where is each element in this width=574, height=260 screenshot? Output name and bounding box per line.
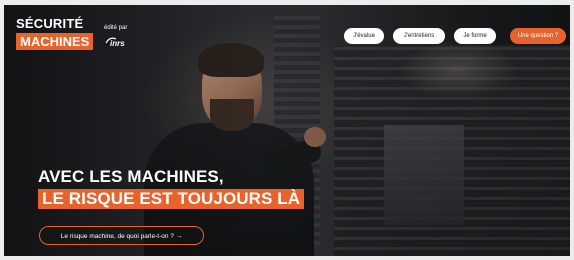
hero-headline: AVEC LES MACHINES, LE RISQUE EST TOUJOUR… — [38, 167, 305, 209]
nav-jevalue-button[interactable]: J'évalue — [344, 28, 384, 44]
headline-line-2: LE RISQUE EST TOUJOURS LÀ — [38, 189, 305, 209]
inrs-logo-text: inrs — [110, 39, 125, 47]
nav-jeforme-button[interactable]: Je forme — [454, 28, 496, 44]
nav-jentretiens-button[interactable]: J'entretiens — [393, 28, 445, 44]
page-frame: SÉCURITÉ MACHINES édité par inrs J'évalu… — [0, 0, 574, 260]
publisher-label: édité par — [104, 25, 128, 31]
risk-info-button[interactable]: Le risque machine, de quoi parle-t-on ? … — [39, 226, 204, 245]
logo-line-1: SÉCURITÉ — [16, 16, 84, 31]
publisher-block[interactable]: édité par inrs — [104, 25, 134, 47]
headline-line-1: AVEC LES MACHINES, — [38, 167, 224, 186]
nav-question-button[interactable]: Une question ? — [510, 28, 566, 44]
hero-banner: SÉCURITÉ MACHINES édité par inrs J'évalu… — [4, 5, 570, 256]
logo-line-2: MACHINES — [16, 33, 94, 50]
site-logo[interactable]: SÉCURITÉ MACHINES — [16, 16, 94, 51]
inrs-logo-icon: inrs — [105, 37, 125, 47]
